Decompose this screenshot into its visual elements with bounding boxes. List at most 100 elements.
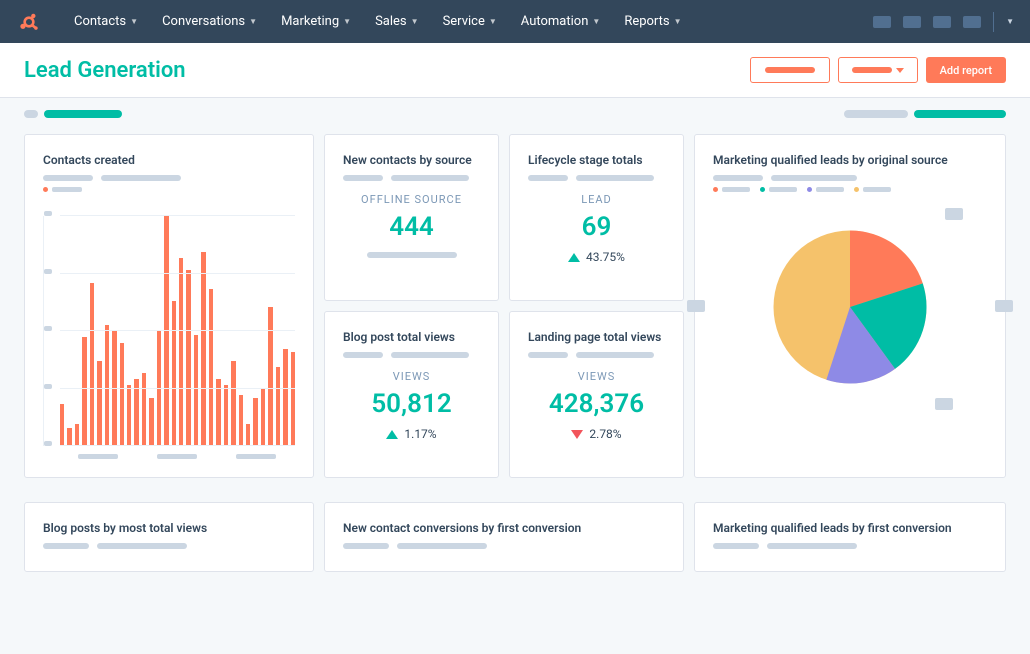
card-landing-views: Landing page total views VIEWS 428,376 2… (509, 311, 684, 478)
chart-bar (246, 424, 250, 446)
metric-value: 50,812 (343, 389, 480, 419)
chevron-down-icon: ▼ (489, 17, 497, 26)
chart-bar (82, 337, 86, 446)
metric-value: 69 (528, 212, 665, 242)
chart-bar (253, 398, 257, 446)
card-subtitle (713, 175, 987, 181)
chevron-down-icon (896, 68, 904, 73)
chevron-down-icon: ▼ (130, 17, 138, 26)
chart-bar (179, 258, 183, 446)
pie-callout (687, 300, 705, 312)
nav-right: ▼ (873, 12, 1014, 32)
pie-callout (935, 398, 953, 410)
chart-bar (120, 343, 124, 446)
legend-dot-icon (43, 187, 48, 192)
header-dropdown-1[interactable] (750, 57, 830, 83)
metric-footer (343, 252, 480, 258)
metric-label: OFFLINE SOURCE (343, 193, 480, 206)
card-subtitle (528, 175, 665, 181)
nav-left: Contacts▼ Conversations▼ Marketing▼ Sale… (16, 6, 694, 37)
card-mql-conversion: Marketing qualified leads by first conve… (694, 502, 1006, 572)
nav-action-2[interactable] (903, 16, 921, 28)
card-title: Landing page total views (528, 330, 665, 344)
nav-action-1[interactable] (873, 16, 891, 28)
chart-bar (112, 331, 116, 446)
account-chevron-icon[interactable]: ▼ (1006, 17, 1014, 26)
nav-sales[interactable]: Sales▼ (363, 6, 430, 37)
page-title: Lead Generation (24, 58, 186, 83)
chart-bar (172, 301, 176, 446)
chart-legend (43, 187, 295, 192)
chart-bar (157, 331, 161, 446)
chart-bar (67, 428, 71, 446)
chart-bar (90, 283, 94, 446)
card-title: Marketing qualified leads by original so… (713, 153, 987, 167)
card-subtitle (43, 175, 295, 181)
card-blog-posts: Blog posts by most total views (24, 502, 314, 572)
nav-service[interactable]: Service▼ (431, 6, 509, 37)
card-subtitle (343, 175, 480, 181)
chevron-down-icon: ▼ (249, 17, 257, 26)
card-subtitle (528, 352, 665, 358)
card-new-contacts: New contacts by source OFFLINE SOURCE 44… (324, 134, 499, 301)
card-title: Marketing qualified leads by first conve… (713, 521, 987, 535)
nav-conversations[interactable]: Conversations▼ (150, 6, 269, 37)
chart-bar (268, 307, 272, 446)
card-subtitle (343, 352, 480, 358)
card-title: Contacts created (43, 153, 295, 167)
chart-bar (261, 388, 265, 446)
trend-up-icon (568, 253, 580, 262)
nav-menu: Contacts▼ Conversations▼ Marketing▼ Sale… (62, 6, 694, 37)
card-conversions: New contact conversions by first convers… (324, 502, 684, 572)
card-subtitle (43, 543, 295, 549)
metric-label: VIEWS (343, 370, 480, 383)
header-dropdown-2[interactable] (838, 57, 918, 83)
x-axis-labels (43, 454, 295, 459)
chevron-down-icon: ▼ (343, 17, 351, 26)
nav-automation[interactable]: Automation▼ (509, 6, 613, 37)
nav-action-3[interactable] (933, 16, 951, 28)
chart-bar (231, 361, 235, 446)
chart-bar (60, 404, 64, 446)
filter-left (24, 110, 122, 118)
metric-change: 1.17% (343, 427, 480, 441)
filter-pill-active[interactable] (914, 110, 1006, 118)
chart-bar (291, 352, 295, 446)
card-contacts-created: Contacts created (24, 134, 314, 478)
card-title: New contact conversions by first convers… (343, 521, 665, 535)
hubspot-logo-icon[interactable] (16, 9, 42, 35)
metric-label: VIEWS (528, 370, 665, 383)
nav-action-4[interactable] (963, 16, 981, 28)
card-lifecycle: Lifecycle stage totals LEAD 69 43.75% (509, 134, 684, 301)
pie-callout (995, 300, 1013, 312)
card-mql-source: Marketing qualified leads by original so… (694, 134, 1006, 478)
filter-pill[interactable] (24, 110, 38, 118)
chart-bar (127, 385, 131, 446)
trend-up-icon (386, 430, 398, 439)
metric-change: 2.78% (528, 427, 665, 441)
chart-bar (194, 335, 198, 446)
card-title: Blog posts by most total views (43, 521, 295, 535)
nav-reports[interactable]: Reports▼ (612, 6, 693, 37)
nav-contacts[interactable]: Contacts▼ (62, 6, 150, 37)
filter-pill[interactable] (844, 110, 908, 118)
card-title: New contacts by source (343, 153, 480, 167)
chart-bar (142, 373, 146, 446)
chart-bar (276, 367, 280, 446)
chart-bar (149, 398, 153, 446)
chevron-down-icon: ▼ (411, 17, 419, 26)
chart-bar (97, 361, 101, 446)
nav-marketing[interactable]: Marketing▼ (269, 6, 363, 37)
filter-pill-active[interactable] (44, 110, 122, 118)
add-report-button[interactable]: Add report (926, 57, 1006, 83)
chart-bar (216, 379, 220, 446)
chart-bar (239, 395, 243, 446)
bar-chart (43, 216, 295, 446)
card-subtitle (343, 543, 665, 549)
filter-right (844, 110, 1006, 118)
chart-bar (209, 289, 213, 446)
card-blog-views: Blog post total views VIEWS 50,812 1.17% (324, 311, 499, 478)
chevron-down-icon: ▼ (674, 17, 682, 26)
pie-callout (945, 208, 963, 220)
legend-label (52, 187, 82, 192)
